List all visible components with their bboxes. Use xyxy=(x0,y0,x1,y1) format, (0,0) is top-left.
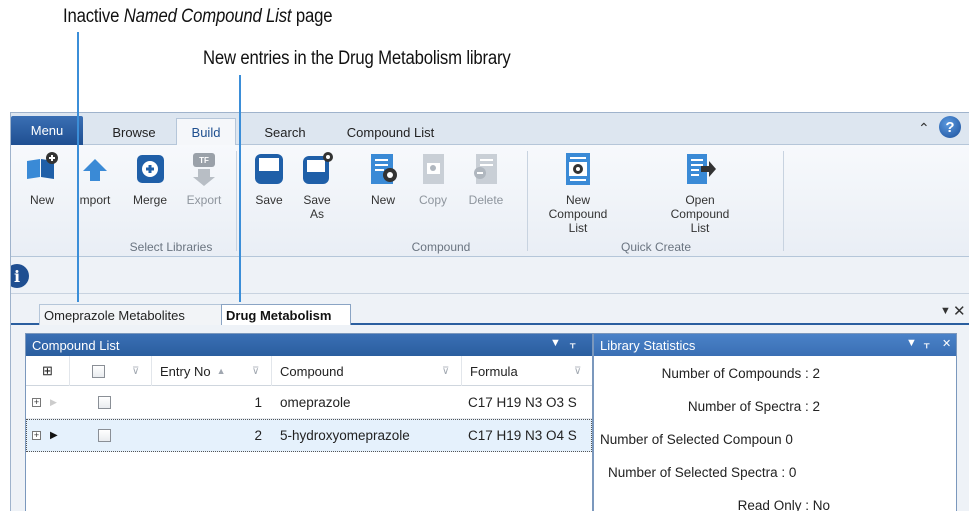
export-button[interactable]: TF Export xyxy=(181,151,227,207)
merge-icon xyxy=(137,155,164,183)
tab-browse[interactable]: Browse xyxy=(99,119,169,145)
stat-row-compounds: Number of Compounds : 2 xyxy=(661,366,820,381)
copy-compound-icon xyxy=(423,154,444,184)
panel-pin-icon[interactable]: ᚁ xyxy=(570,337,575,350)
ribbon: New mport Merge TF Export Save Save As N… xyxy=(11,145,969,257)
column-compound[interactable]: Compound ⊽ xyxy=(272,356,462,386)
ribbon-collapse-icon[interactable]: ⌃ xyxy=(918,120,930,137)
callout-line-inactive xyxy=(77,32,79,302)
filter-icon[interactable]: ⊽ xyxy=(442,366,449,377)
new-library-icon xyxy=(27,152,58,179)
compound-list-title: Compound List xyxy=(32,337,120,353)
grid-header: ⊞ ⊽ Entry No ▲ ⊽ Compound ⊽ Formula ⊽ xyxy=(26,356,592,386)
save-icon xyxy=(255,154,283,184)
help-icon[interactable]: ? xyxy=(939,116,961,138)
info-icon[interactable]: i xyxy=(11,264,29,288)
group-label-compound: Compound xyxy=(411,240,471,254)
save-button[interactable]: Save xyxy=(247,151,291,207)
doctab-dropdown-icon[interactable]: ▼ xyxy=(940,305,951,317)
doctab-omeprazole-metabolites[interactable]: Omeprazole Metabolites xyxy=(39,304,226,325)
save-as-button[interactable]: Save As xyxy=(295,151,339,221)
stat-row-selected-compounds: Number of Selected Compoun 0 xyxy=(600,432,793,447)
sort-ascending-icon: ▲ xyxy=(216,366,226,376)
new-compound-icon xyxy=(371,154,397,184)
merge-button[interactable]: Merge xyxy=(127,151,173,207)
expand-row-icon[interactable]: + xyxy=(32,397,41,407)
stat-row-selected-spectra: Number of Selected Spectra : 0 xyxy=(608,465,797,480)
app-window: Menu Browse Build Search Compound List ⌃… xyxy=(10,112,969,511)
column-formula[interactable]: Formula ⊽ xyxy=(462,356,592,386)
expand-row-icon[interactable]: + xyxy=(32,431,41,440)
new-compound-list-button[interactable]: New Compound List xyxy=(537,151,619,235)
cell-formula: C17 H19 N3 O3 S xyxy=(468,394,577,410)
menu-button[interactable]: Menu xyxy=(11,116,83,145)
copy-compound-button[interactable]: Copy xyxy=(411,151,455,207)
ribbon-group-separator xyxy=(236,151,237,251)
callout-new-entries: New entries in the Drug Metabolism libra… xyxy=(203,48,511,69)
open-compound-list-button[interactable]: Open Compound List xyxy=(655,151,745,235)
cell-entry-no: 1 xyxy=(254,394,262,410)
doctab-drug-metabolism[interactable]: Drug Metabolism xyxy=(221,304,351,325)
compound-list-header: Compound List ▼ ᚁ xyxy=(26,334,592,356)
group-label-quick-create: Quick Create xyxy=(620,240,692,254)
delete-compound-button[interactable]: Delete xyxy=(461,151,511,207)
cell-formula: C17 H19 N3 O4 S xyxy=(468,428,577,443)
export-icon: TF xyxy=(193,153,215,186)
column-chooser[interactable]: ⊞ xyxy=(26,356,70,386)
row-checkbox[interactable] xyxy=(98,395,111,409)
import-icon xyxy=(83,159,107,181)
callout-line-new-entries xyxy=(239,75,241,302)
cell-compound: 5-hydroxyomeprazole xyxy=(280,428,410,443)
save-as-icon xyxy=(303,152,333,184)
new-compound-button[interactable]: New xyxy=(361,151,405,207)
cell-compound: omeprazole xyxy=(280,394,351,410)
callout-inactive-page: Inactive Named Compound List page xyxy=(63,6,333,27)
delete-compound-icon xyxy=(474,154,497,184)
filter-icon[interactable]: ⊽ xyxy=(252,366,259,377)
new-compound-list-icon xyxy=(566,153,590,185)
column-chooser-icon: ⊞ xyxy=(42,363,53,378)
row-indicator: ▶ xyxy=(50,396,57,407)
cell-entry-no: 2 xyxy=(254,428,262,443)
new-library-button[interactable]: New xyxy=(19,151,65,207)
compound-list-panel: Compound List ▼ ᚁ ⊞ ⊽ Entry No ▲ ⊽ Compo… xyxy=(25,333,593,511)
stat-row-read-only: Read Only : No xyxy=(737,498,830,511)
ribbon-group-separator xyxy=(527,151,528,251)
ribbon-tab-bar: Menu Browse Build Search Compound List ⌃… xyxy=(11,113,969,146)
document-tabs: Omeprazole Metabolites Drug Metabolism ▼… xyxy=(11,295,969,325)
svg-text:TF: TF xyxy=(199,156,209,165)
group-label-select-libraries: Select Libraries xyxy=(129,240,213,254)
library-statistics-panel: Library Statistics ▼ ᚁ ✕ Number of Compo… xyxy=(593,333,957,511)
open-compound-list-icon xyxy=(687,154,716,184)
row-indicator: ▶ xyxy=(50,430,58,441)
filter-icon[interactable]: ⊽ xyxy=(574,366,581,377)
table-row[interactable]: + ▶ 2 5-hydroxyomeprazole C17 H19 N3 O4 … xyxy=(26,419,592,452)
tab-search[interactable]: Search xyxy=(251,119,319,145)
doctab-close-icon[interactable]: ✕ xyxy=(953,302,966,320)
tab-compound-list[interactable]: Compound List xyxy=(333,119,448,145)
info-bar: i xyxy=(11,258,969,294)
column-entry-no[interactable]: Entry No ▲ ⊽ xyxy=(152,356,272,386)
row-checkbox[interactable] xyxy=(98,429,111,442)
select-all-checkbox[interactable] xyxy=(92,364,105,378)
select-all-column[interactable]: ⊽ xyxy=(70,356,152,386)
panel-pin-icon[interactable]: ᚁ xyxy=(924,337,929,350)
filter-icon[interactable]: ⊽ xyxy=(132,366,139,377)
panel-close-icon[interactable]: ✕ xyxy=(942,337,951,350)
ribbon-group-separator xyxy=(783,151,784,251)
panel-dropdown-icon[interactable]: ▼ xyxy=(550,337,561,349)
table-row[interactable]: + ▶ 1 omeprazole C17 H19 N3 O3 S xyxy=(26,386,592,419)
panel-dropdown-icon[interactable]: ▼ xyxy=(906,337,917,349)
library-statistics-header: Library Statistics ▼ ᚁ ✕ xyxy=(594,334,956,356)
tab-build[interactable]: Build xyxy=(176,118,236,146)
library-statistics-title: Library Statistics xyxy=(600,337,696,353)
stat-row-spectra: Number of Spectra : 2 xyxy=(687,399,820,414)
